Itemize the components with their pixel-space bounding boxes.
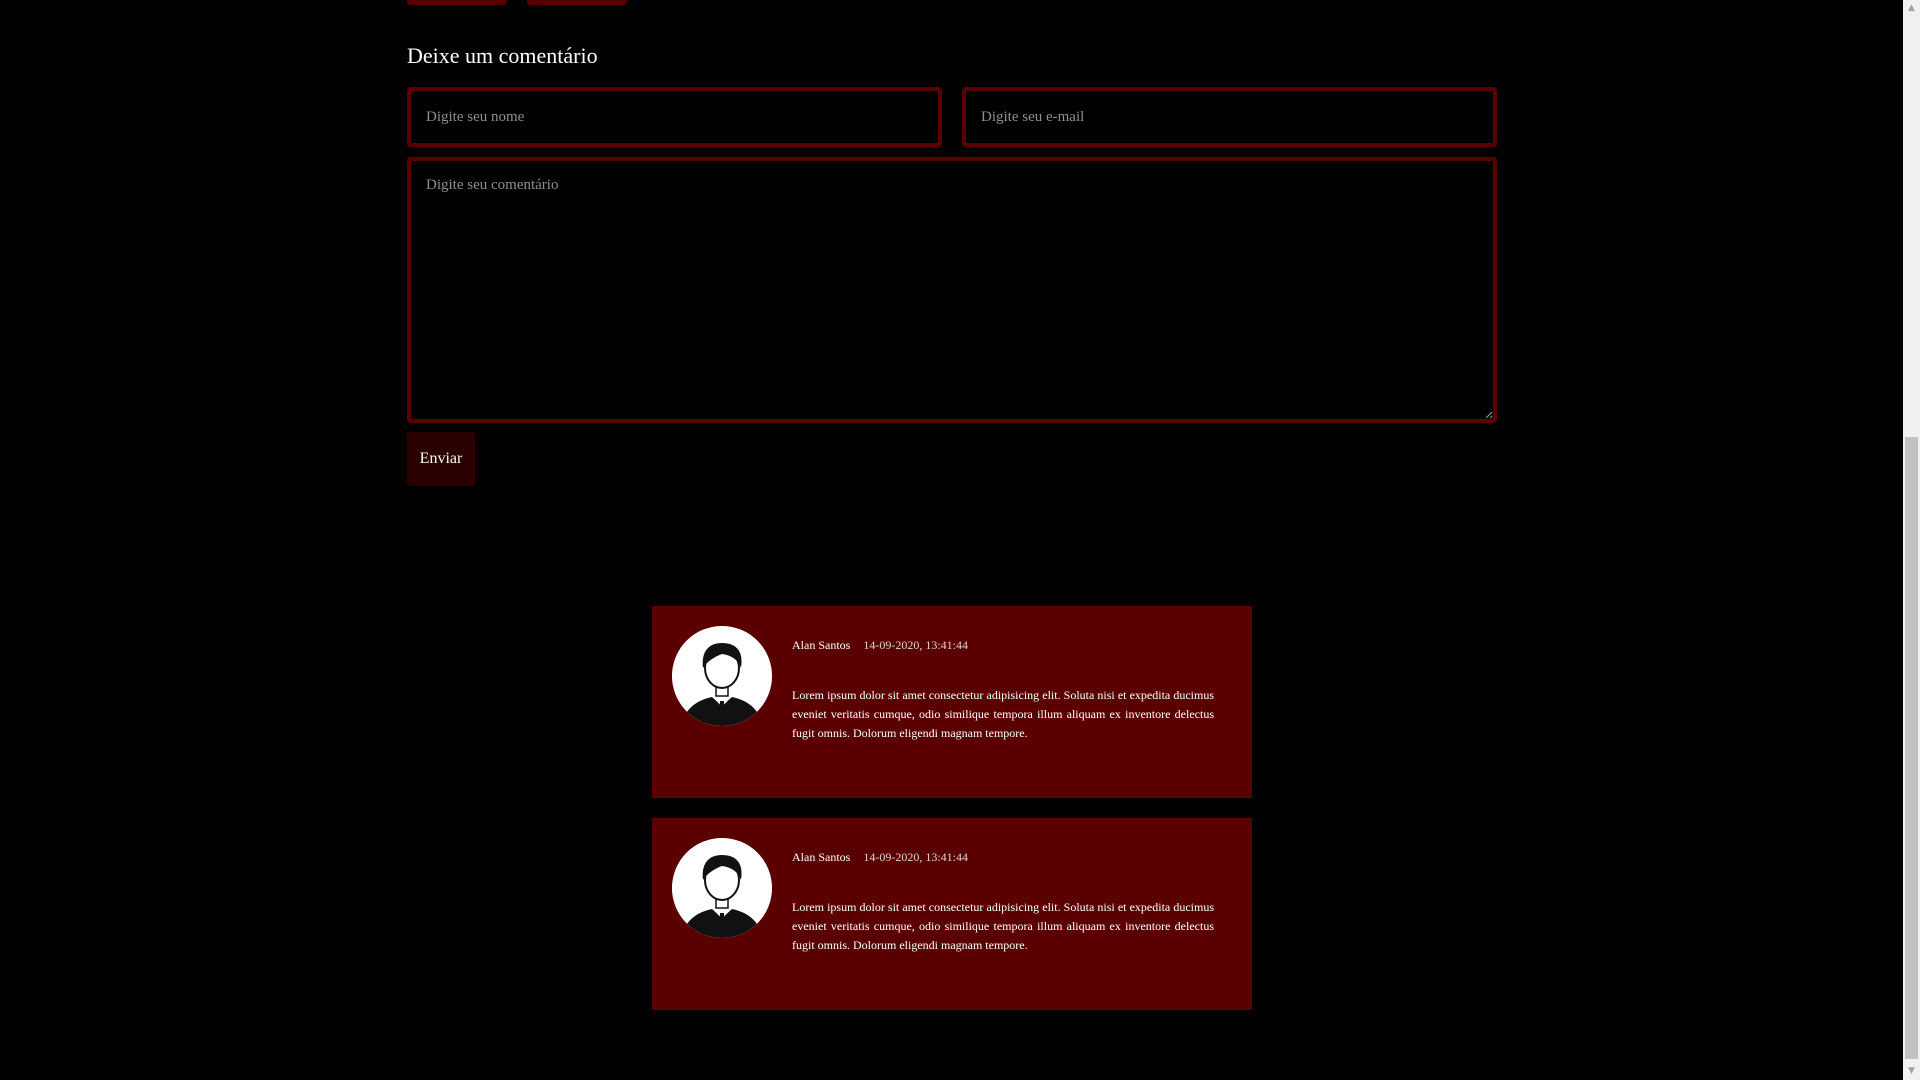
comment-text: Lorem ipsum dolor sit amet consectetur a…: [792, 688, 1214, 740]
submit-button[interactable]: Enviar: [407, 432, 475, 486]
user-avatar-icon: [672, 838, 772, 938]
name-input[interactable]: [407, 87, 942, 147]
comment-textarea[interactable]: [407, 157, 1497, 423]
scrollbar-thumb[interactable]: [1905, 437, 1918, 1059]
vertical-scrollbar[interactable]: ▲ ▼: [1903, 0, 1920, 1080]
page: Deixe um comentário Enviar Alan Santos 1…: [0, 0, 1920, 1080]
email-input[interactable]: [962, 87, 1497, 147]
user-avatar-icon: [672, 626, 772, 726]
comment-date: 14-09-2020, 13:41:44: [863, 638, 969, 652]
comment-meta: Alan Santos 14-09-2020, 13:41:44: [792, 638, 968, 652]
comment-author: Alan Santos: [792, 850, 851, 864]
comment-meta: Alan Santos 14-09-2020, 13:41:44: [792, 850, 968, 864]
comment-text: Lorem ipsum dolor sit amet consectetur a…: [792, 900, 1214, 952]
comment-form-title: Deixe um comentário: [407, 43, 598, 68]
comment-card: Alan Santos 14-09-2020, 13:41:44 Lorem i…: [652, 818, 1252, 1010]
comment-card: Alan Santos 14-09-2020, 13:41:44 Lorem i…: [652, 606, 1252, 798]
comment-author: Alan Santos: [792, 638, 851, 652]
comment-date: 14-09-2020, 13:41:44: [863, 850, 969, 864]
arrow-down-icon[interactable]: ▼: [1903, 1063, 1920, 1080]
arrow-up-icon[interactable]: ▲: [1903, 0, 1920, 17]
partial-top-button-1[interactable]: [407, 0, 507, 5]
partial-top-button-2[interactable]: [527, 0, 627, 5]
